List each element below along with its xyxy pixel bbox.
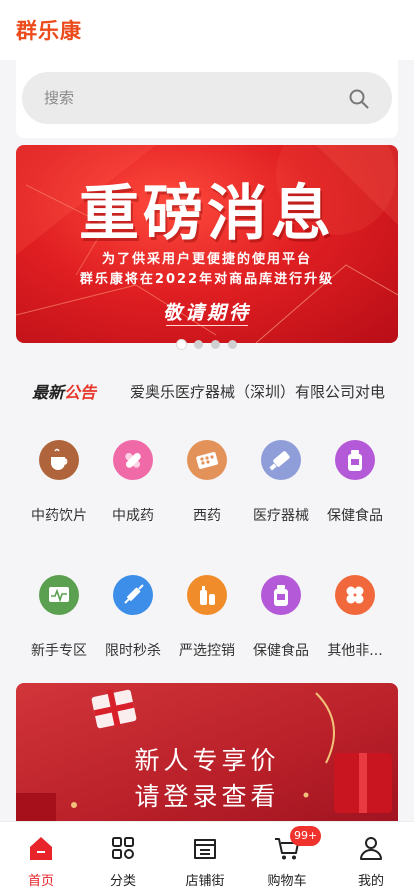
banner-title: 重磅消息 [79, 179, 335, 249]
notice-logo-part1: 最新 [32, 383, 65, 402]
category-health-food-2[interactable]: 保健食品 [241, 565, 321, 675]
user-icon [360, 837, 382, 860]
search-input[interactable] [22, 72, 392, 124]
home-icon [30, 837, 52, 860]
category-label: 新手专区 [31, 643, 87, 659]
tab-label: 店铺街 [185, 874, 225, 889]
carousel-dot[interactable] [228, 340, 237, 349]
promo-line-2: 请登录查看 [134, 782, 280, 811]
tab-label: 分类 [109, 874, 136, 889]
capsule-icon [113, 440, 153, 480]
category-medical-devices[interactable]: 医疗器械 [241, 430, 321, 540]
tablet-pack-icon [187, 440, 227, 480]
search-card [16, 60, 398, 138]
category-label: 其他非... [327, 643, 383, 659]
tab-label: 购物车 [267, 874, 307, 889]
category-label: 保健食品 [327, 508, 383, 524]
banner-divider [166, 325, 248, 326]
promo-banner[interactable]: 新人专享价 请登录查看 [16, 683, 398, 833]
bottom-tab-bar: 首页 分类 店铺街 99+ 购物车 我的 [0, 821, 414, 896]
category-other[interactable]: 其他非... [315, 565, 395, 675]
tab-label: 首页 [27, 874, 54, 889]
notice-bar[interactable]: 最新公告 爱奥乐医疗器械（深圳）有限公司对电 [0, 362, 414, 418]
app-brand: 群乐康 [16, 19, 82, 43]
promo-line-1: 新人专享价 [134, 746, 280, 775]
supplement-bottle-icon [335, 440, 375, 480]
banner-line-1: 为了供采用户更便捷的使用平台 [101, 252, 312, 267]
category-label: 中药饮片 [31, 508, 87, 524]
tab-mine[interactable]: 我的 [330, 822, 412, 896]
category-newcomer-zone[interactable]: 新手专区 [19, 565, 99, 675]
category-selected-control[interactable]: 严选控销 [167, 565, 247, 675]
tea-cup-icon [39, 440, 79, 480]
clover-icon [335, 575, 375, 615]
banner-tagline: 敬请期待 [162, 302, 251, 324]
grid-icon [112, 837, 134, 859]
category-label: 限时秒杀 [105, 643, 161, 659]
notice-text[interactable]: 爱奥乐医疗器械（深圳）有限公司对电 [130, 381, 400, 402]
category-row-2: 新手专区 限时秒杀 严选控销 保健食品 其他非... [0, 565, 414, 675]
category-row-1: 中药饮片 中成药 西药 医疗器械 保健食品 [0, 430, 414, 540]
category-patent-medicine[interactable]: 中成药 [93, 430, 173, 540]
shop-icon [194, 839, 216, 859]
carousel-indicator [0, 334, 414, 349]
notice-logo: 最新公告 [32, 379, 96, 403]
category-flash-sale[interactable]: 限时秒杀 [93, 565, 173, 675]
tab-shop-street[interactable]: 店铺街 [164, 822, 246, 896]
monitor-icon [39, 575, 79, 615]
cart-badge: 99+ [290, 826, 322, 846]
carousel-dot[interactable] [177, 340, 186, 349]
banner-line-2: 群乐康将在2022年对商品库进行升级 [79, 272, 335, 287]
tab-label: 我的 [357, 874, 384, 889]
category-label: 医疗器械 [253, 508, 309, 524]
category-label: 保健食品 [253, 643, 309, 659]
notice-logo-part2: 公告 [64, 383, 97, 402]
category-label: 严选控销 [179, 643, 235, 659]
category-label: 西药 [193, 508, 221, 524]
banner-slide[interactable]: 重磅消息 为了供采用户更便捷的使用平台 群乐康将在2022年对商品库进行升级 敬… [16, 145, 398, 343]
supplement-bottle-icon [261, 575, 301, 615]
tab-home[interactable]: 首页 [0, 822, 82, 896]
tab-category[interactable]: 分类 [82, 822, 164, 896]
bottles-icon [187, 575, 227, 615]
tab-cart[interactable]: 99+ 购物车 [246, 822, 328, 896]
top-bar: 群乐康 [0, 0, 414, 60]
syringe-icon [113, 575, 153, 615]
category-label: 中成药 [112, 508, 154, 524]
search-icon[interactable] [348, 88, 370, 110]
carousel-dot[interactable] [194, 340, 203, 349]
ointment-tube-icon [261, 440, 301, 480]
category-western-medicine[interactable]: 西药 [167, 430, 247, 540]
category-herbal-pieces[interactable]: 中药饮片 [19, 430, 99, 540]
carousel-dot[interactable] [211, 340, 220, 349]
category-health-food[interactable]: 保健食品 [315, 430, 395, 540]
